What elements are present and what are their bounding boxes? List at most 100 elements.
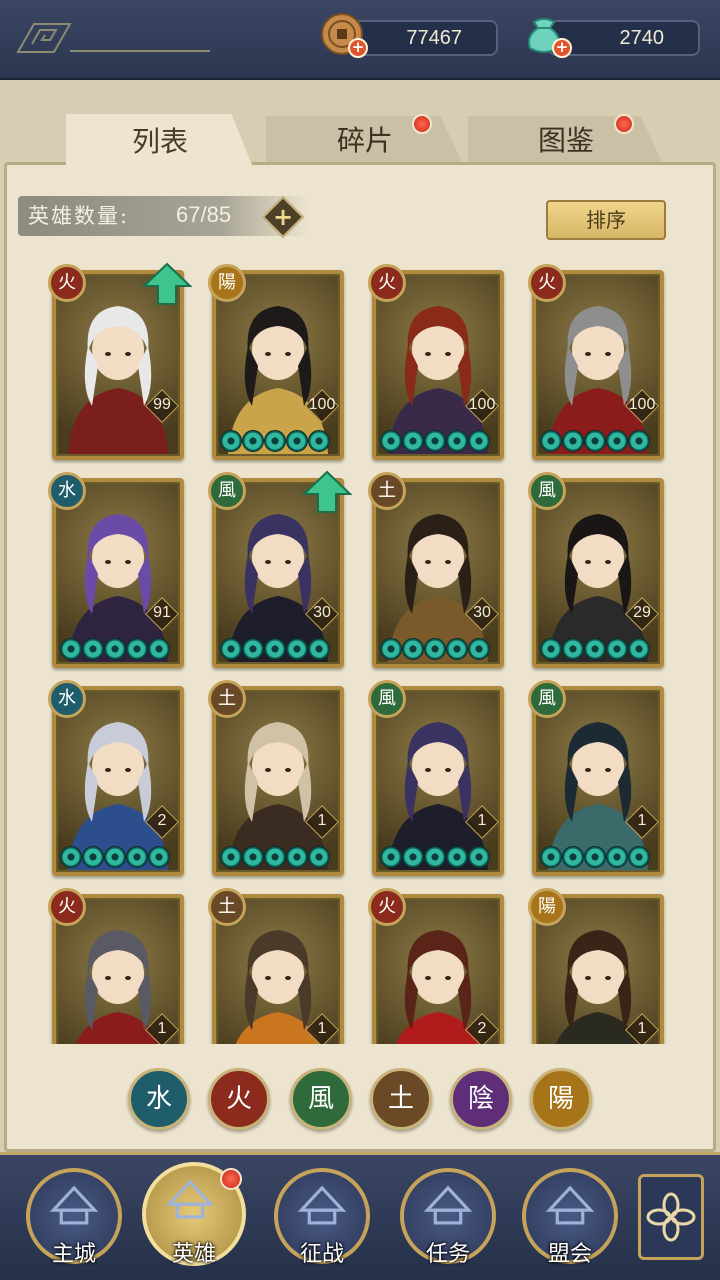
jade-star-icon [424, 846, 446, 868]
jade-star-icon [424, 430, 446, 452]
jade-star-icon [468, 430, 490, 452]
jade-star-icon [446, 846, 468, 868]
jade-star-icon [82, 638, 104, 660]
hero-card[interactable]: 火 100 [368, 264, 504, 460]
star-rating [60, 638, 170, 660]
add-jade-button[interactable]: + [552, 38, 572, 58]
level-badge: 2 [465, 1013, 499, 1044]
star-rating [60, 846, 170, 868]
hero-card[interactable]: 風1 [528, 680, 664, 876]
element-filter-button[interactable]: 水 [128, 1068, 190, 1130]
jade-value: 2740 [619, 27, 665, 49]
jade-star-icon [402, 846, 424, 868]
coin-counter[interactable]: 77467 [352, 20, 498, 56]
pavilion-icon [545, 1185, 595, 1225]
level-badge: 1 [465, 805, 499, 839]
hero-portrait [548, 306, 648, 454]
level-value: 100 [628, 396, 656, 413]
level-value: 29 [633, 604, 651, 621]
hero-card-art [378, 692, 498, 870]
jade-star-icon [562, 846, 584, 868]
jade-star-icon [628, 846, 650, 868]
hero-card[interactable]: 火2 [368, 888, 504, 1044]
scroll-icon [423, 1185, 473, 1225]
hero-card[interactable]: 風 30 [208, 470, 352, 668]
tab-codex-badge [614, 114, 634, 134]
jade-star-icon [220, 638, 242, 660]
jade-star-icon [562, 638, 584, 660]
star-rating [220, 430, 330, 452]
level-value: 100 [468, 396, 496, 413]
element-filter-button[interactable]: 陰 [450, 1068, 512, 1130]
coin-value: 77467 [406, 27, 462, 49]
level-value: 2 [157, 812, 167, 829]
jade-star-icon [584, 846, 606, 868]
jade-star-icon [446, 430, 468, 452]
nav-notification-dot [220, 1168, 242, 1190]
tab-codex[interactable]: 图鉴 [468, 116, 664, 166]
hero-card[interactable]: 火1 [48, 888, 184, 1044]
hero-card[interactable]: 風 29 [528, 472, 664, 668]
jade-star-icon [286, 638, 308, 660]
jade-star-icon [104, 846, 126, 868]
element-badge: 風 [528, 680, 566, 718]
element-badge: 風 [208, 472, 246, 510]
tab-fragments[interactable]: 碎片 [266, 116, 464, 166]
hero-card[interactable]: 火 99 [48, 262, 192, 460]
hero-card[interactable]: 土1 [208, 888, 344, 1044]
upgrade-arrow-icon [142, 262, 192, 305]
level-value: 91 [153, 604, 171, 621]
hero-card[interactable]: 陽 100 [208, 264, 344, 460]
jade-star-icon [402, 638, 424, 660]
star-rating [540, 430, 650, 452]
hero-card[interactable]: 土1 [208, 680, 344, 876]
tab-list[interactable]: 列表 [66, 114, 254, 170]
jade-star-icon [446, 638, 468, 660]
jade-star-icon [540, 638, 562, 660]
upgrade-arrow-icon [302, 470, 352, 513]
hero-card[interactable]: 水 91 [48, 472, 184, 668]
element-filter-button[interactable]: 火 [208, 1068, 270, 1130]
jade-star-icon [402, 430, 424, 452]
jade-star-icon [562, 430, 584, 452]
level-value: 99 [153, 396, 171, 413]
hero-card[interactable]: 土 30 [368, 472, 504, 668]
level-badge: 30 [305, 597, 339, 631]
hero-count-value: 67/85 [176, 202, 232, 227]
star-rating [220, 638, 330, 660]
jade-star-icon [584, 638, 606, 660]
level-value: 2 [477, 1020, 487, 1037]
jade-star-icon [148, 638, 170, 660]
hero-card[interactable]: 風1 [368, 680, 504, 876]
hero-card[interactable]: 陽1 [528, 888, 664, 1044]
star-rating [540, 638, 650, 660]
element-badge: 陽 [208, 264, 246, 302]
element-filter-button[interactable]: 土 [370, 1068, 432, 1130]
hero-card[interactable]: 水2 [48, 680, 184, 876]
star-rating [380, 430, 490, 452]
level-badge: 91 [145, 597, 179, 631]
element-filter-button[interactable]: 風 [290, 1068, 352, 1130]
level-badge: 99 [145, 389, 179, 423]
jade-star-icon [286, 846, 308, 868]
star-rating [220, 846, 330, 868]
add-coins-button[interactable]: + [348, 38, 368, 58]
jade-star-icon [468, 846, 490, 868]
hero-card[interactable]: 火 100 [528, 264, 664, 460]
jade-star-icon [126, 846, 148, 868]
nav-label: 英雄 [171, 1242, 216, 1267]
element-badge: 火 [48, 264, 86, 302]
sort-button[interactable]: 排序 [546, 200, 666, 240]
top-divider [70, 50, 210, 52]
pattern-ornament-icon [16, 23, 72, 53]
level-badge: 2 [145, 805, 179, 839]
element-badge: 水 [48, 472, 86, 510]
hero-grid: 火 99 陽 100 火 100 火 100 水 91 風 30 土 30 風 29 水 2 土 1 風 1 風 1 火 1 土 1 火… [40, 262, 680, 1044]
plus-icon: + [272, 203, 294, 231]
jade-star-icon [242, 638, 264, 660]
more-menu-button[interactable] [638, 1174, 704, 1260]
hero-card-art [378, 484, 498, 662]
element-badge: 土 [208, 680, 246, 718]
element-filter-button[interactable]: 陽 [530, 1068, 592, 1130]
nav-label: 主城 [51, 1242, 96, 1267]
